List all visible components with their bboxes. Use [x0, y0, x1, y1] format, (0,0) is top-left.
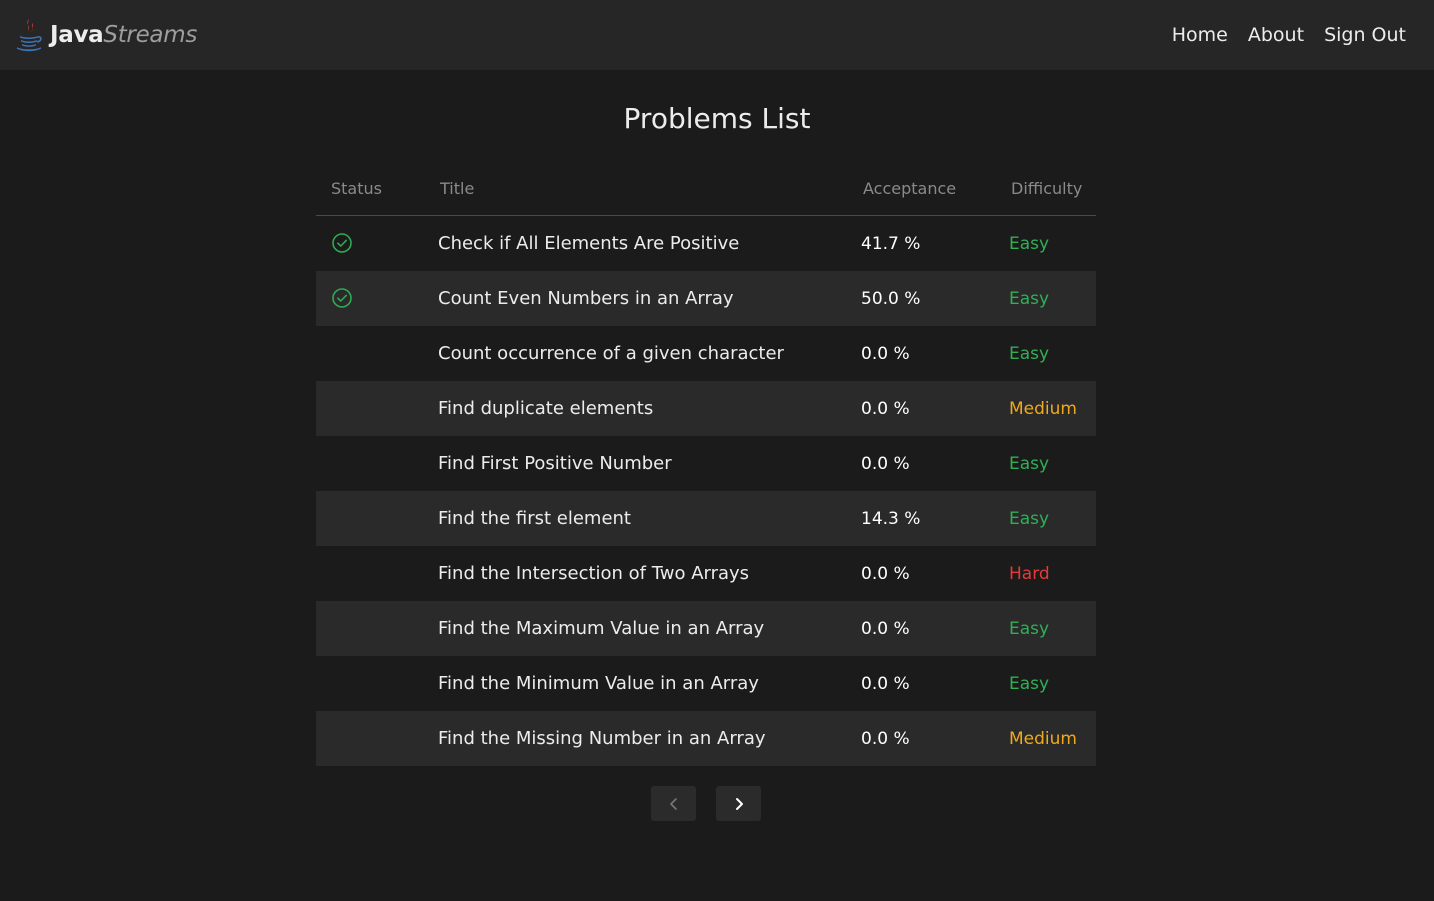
table-row[interactable]: Find the Intersection of Two Arrays 0.0 %…: [316, 546, 1096, 601]
status-cell: [316, 436, 438, 491]
acceptance-value: 14.3 %: [861, 508, 921, 529]
nav-links: Home About Sign Out: [1172, 24, 1406, 46]
acceptance-value: 0.0 %: [861, 728, 910, 749]
top-navbar: JavaStreams Home About Sign Out: [0, 0, 1434, 70]
difficulty-label: Easy: [1009, 618, 1050, 639]
header-difficulty: Difficulty: [1009, 162, 1096, 216]
problem-title-link[interactable]: Find the first element: [438, 491, 861, 546]
brand-name: JavaStreams: [50, 21, 198, 48]
table-row[interactable]: Count Even Numbers in an Array 50.0 % Easy: [316, 271, 1096, 326]
table-row[interactable]: Find First Positive Number 0.0 % Easy: [316, 436, 1096, 491]
header-acceptance: Acceptance: [861, 162, 1009, 216]
problem-title-link[interactable]: Find the Missing Number in an Array: [438, 711, 861, 766]
difficulty-label: Hard: [1009, 563, 1050, 584]
acceptance-value: 0.0 %: [861, 343, 910, 364]
table-row[interactable]: Find the Maximum Value in an Array 0.0 % E…: [316, 601, 1096, 656]
problems-table: Status Title Acceptance Difficulty Check…: [316, 162, 1096, 766]
check-circle-icon: [332, 232, 352, 253]
next-page-button[interactable]: [716, 786, 761, 821]
status-cell: [316, 491, 438, 546]
check-circle-icon: [332, 287, 352, 308]
table-row[interactable]: Count occurrence of a given character 0.0…: [316, 326, 1096, 381]
prev-page-button[interactable]: [651, 786, 696, 821]
status-cell: [316, 381, 438, 436]
acceptance-value: 41.7 %: [861, 233, 921, 254]
difficulty-label: Easy: [1009, 233, 1050, 254]
difficulty-label: Easy: [1009, 453, 1050, 474]
problem-title-link[interactable]: Count Even Numbers in an Array: [438, 271, 861, 326]
status-cell: [316, 546, 438, 601]
difficulty-label: Easy: [1009, 343, 1050, 364]
java-coffee-cup-icon: [16, 19, 42, 52]
acceptance-value: 0.0 %: [861, 618, 910, 639]
page-title: Problems List: [623, 102, 811, 135]
table-row[interactable]: Find the first element 14.3 % Easy: [316, 491, 1096, 546]
pagination: [651, 786, 761, 821]
status-cell: [316, 601, 438, 656]
table-body: Check if All Elements Are Positive 41.7 %…: [316, 216, 1096, 766]
nav-link-sign-out[interactable]: Sign Out: [1324, 24, 1406, 46]
status-cell: [316, 216, 438, 272]
difficulty-label: Easy: [1009, 288, 1050, 309]
brand-name-italic: Streams: [103, 21, 198, 48]
acceptance-value: 0.0 %: [861, 453, 910, 474]
difficulty-label: Medium: [1009, 728, 1077, 749]
status-cell: [316, 656, 438, 711]
chevron-right-icon: [735, 797, 743, 810]
acceptance-value: 0.0 %: [861, 563, 910, 584]
difficulty-label: Easy: [1009, 673, 1050, 694]
header-title: Title: [438, 162, 861, 216]
table-row[interactable]: Find duplicate elements 0.0 % Medium: [316, 381, 1096, 436]
table-row[interactable]: Find the Minimum Value in an Array 0.0 % E…: [316, 656, 1096, 711]
problem-title-link[interactable]: Count occurrence of a given character: [438, 326, 861, 381]
difficulty-label: Easy: [1009, 508, 1050, 529]
brand-name-bold: Java: [50, 21, 104, 48]
nav-link-home[interactable]: Home: [1172, 24, 1228, 46]
brand-link[interactable]: JavaStreams: [14, 17, 197, 53]
table-row[interactable]: Check if All Elements Are Positive 41.7 %…: [316, 216, 1096, 272]
status-cell: [316, 326, 438, 381]
header-status: Status: [316, 162, 438, 216]
status-cell: [316, 271, 438, 326]
table-header-row: Status Title Acceptance Difficulty: [316, 162, 1096, 216]
acceptance-value: 0.0 %: [861, 398, 910, 419]
problem-title-link[interactable]: Find the Minimum Value in an Array: [438, 656, 861, 711]
nav-link-about[interactable]: About: [1248, 24, 1304, 46]
status-cell: [316, 711, 438, 766]
problem-title-link[interactable]: Find First Positive Number: [438, 436, 861, 491]
problem-title-link[interactable]: Check if All Elements Are Positive: [438, 216, 861, 272]
chevron-left-icon: [669, 797, 677, 810]
difficulty-label: Medium: [1009, 398, 1077, 419]
table-header: Status Title Acceptance Difficulty: [316, 162, 1096, 216]
problem-title-link[interactable]: Find the Maximum Value in an Array: [438, 601, 861, 656]
problem-title-link[interactable]: Find duplicate elements: [438, 381, 861, 436]
acceptance-value: 50.0 %: [861, 288, 921, 309]
acceptance-value: 0.0 %: [861, 673, 910, 694]
table-row[interactable]: Find the Missing Number in an Array 0.0 %…: [316, 711, 1096, 766]
problem-title-link[interactable]: Find the Intersection of Two Arrays: [438, 546, 861, 601]
